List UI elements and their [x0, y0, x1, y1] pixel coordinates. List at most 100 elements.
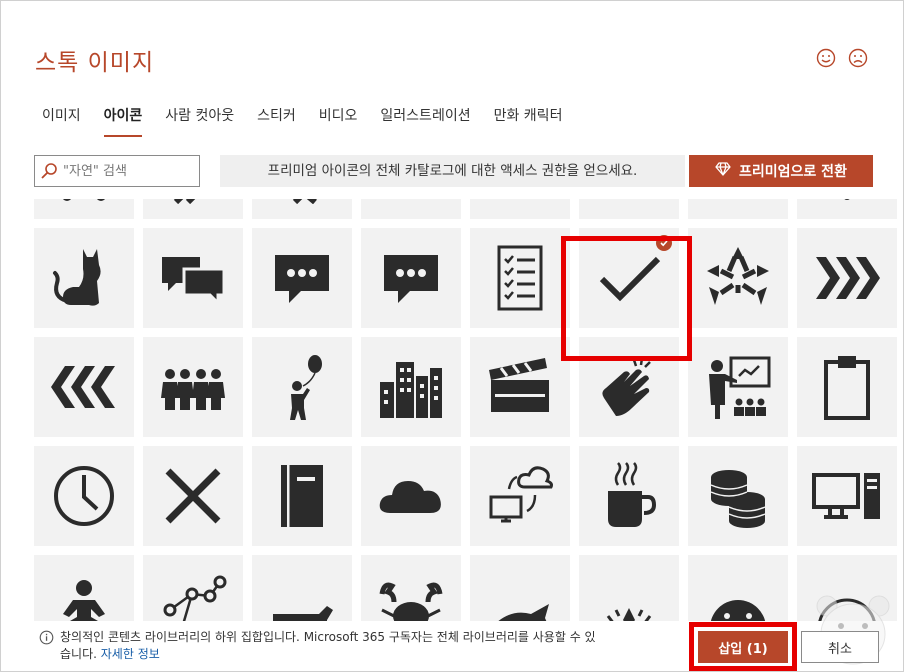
cow-icon: [273, 606, 333, 621]
face-icon: [710, 600, 766, 621]
search-input[interactable]: [63, 157, 193, 185]
icon-tile[interactable]: [143, 228, 243, 328]
search-icon: [35, 156, 63, 186]
icon-tile[interactable]: [252, 228, 352, 328]
icon-tile[interactable]: [579, 555, 679, 621]
learn-more-link[interactable]: 자세한 정보: [101, 647, 160, 661]
tab-illustrations[interactable]: 일러스트레이션: [370, 105, 480, 137]
frown-icon[interactable]: [847, 47, 869, 69]
icon-tile[interactable]: [143, 199, 243, 219]
chat-bubbles-icon: [162, 257, 226, 307]
chevrons-left-icon: [51, 366, 115, 408]
footer-info: 창의적인 콘텐츠 라이브러리의 하위 집합입니다. Microsoft 365 …: [39, 629, 599, 663]
partial-top-1: [63, 199, 105, 201]
icon-tile[interactable]: [361, 446, 461, 546]
icon-tile[interactable]: [34, 446, 134, 546]
icon-tile[interactable]: [579, 228, 679, 328]
icon-tile[interactable]: [34, 555, 134, 621]
meditation-icon: [63, 580, 105, 621]
icon-tile[interactable]: [797, 199, 897, 219]
hot-coffee-icon: [608, 462, 657, 527]
search-box[interactable]: [34, 155, 200, 187]
icon-tile[interactable]: [579, 446, 679, 546]
icon-tile[interactable]: [797, 228, 897, 328]
icon-tile[interactable]: [252, 446, 352, 546]
partial-top-2: [173, 199, 196, 204]
checklist-icon: [497, 245, 543, 311]
clapperboard-icon: [489, 358, 549, 412]
icon-tile[interactable]: [797, 337, 897, 437]
crown-icon: [606, 608, 652, 621]
coins-icon: [710, 470, 766, 528]
cancel-button[interactable]: 취소: [801, 631, 879, 663]
clapping-hands-icon: [602, 357, 651, 416]
icon-tile[interactable]: [361, 555, 461, 621]
icon-tile[interactable]: [797, 446, 897, 546]
icon-tile[interactable]: [252, 555, 352, 621]
person-with-balloon-icon: [290, 355, 322, 420]
icon-tile[interactable]: [143, 555, 243, 621]
cloud-icon: [379, 481, 441, 513]
clock-icon: [54, 466, 114, 526]
tab-cartoon-characters[interactable]: 만화 캐릭터: [484, 105, 573, 137]
switch-to-premium-button[interactable]: 프리미엄으로 전환: [689, 155, 873, 187]
stock-images-dialog: 스톡 이미지 이미지 아이콘 사람 컷아웃 스티커 비디오 일러스트레이션 만화…: [0, 0, 904, 672]
partial-top-7: [703, 199, 773, 204]
icon-tile[interactable]: [470, 337, 570, 437]
diamond-icon: [715, 162, 731, 180]
crab-icon: [379, 582, 443, 621]
tab-images[interactable]: 이미지: [32, 105, 91, 137]
info-icon: [39, 630, 54, 645]
icon-tile[interactable]: [688, 446, 788, 546]
icon-grid: [34, 199, 897, 621]
premium-message: 프리미엄 아이콘의 전체 카탈로그에 대한 액세스 권한을 얻으세요.: [220, 155, 685, 187]
icon-tile[interactable]: [579, 337, 679, 437]
icon-tile[interactable]: [143, 446, 243, 546]
icon-tile[interactable]: [688, 199, 788, 219]
premium-button-label: 프리미엄으로 전환: [739, 164, 847, 180]
footer-info-text-wrap: 창의적인 콘텐츠 라이브러리의 하위 집합입니다. Microsoft 365 …: [60, 629, 599, 663]
x-mark-icon: [165, 468, 221, 524]
category-tabs: 이미지 아이콘 사람 컷아웃 스티커 비디오 일러스트레이션 만화 캐릭터: [32, 105, 575, 137]
city-buildings-icon: [380, 362, 442, 418]
teacher-presentation-icon: [709, 356, 771, 419]
clipboard-icon: [824, 356, 870, 420]
tab-stickers[interactable]: 스티커: [247, 105, 306, 137]
icon-tile[interactable]: [252, 199, 352, 219]
icon-grid-viewport[interactable]: [1, 199, 904, 621]
speech-bubble-2-icon: [384, 255, 438, 303]
smile-icon[interactable]: [815, 47, 837, 69]
cloud-sync-icon: [489, 466, 553, 523]
chevrons-right-icon: [816, 257, 880, 299]
dialog-title: 스톡 이미지: [35, 50, 155, 76]
icon-tile[interactable]: [688, 555, 788, 621]
partial-top-4: [376, 199, 446, 204]
cat-icon: [53, 249, 101, 306]
icon-tile[interactable]: [470, 199, 570, 219]
partial-top-3: [292, 199, 317, 204]
insert-button[interactable]: 삽입 (1): [698, 631, 788, 663]
icon-tile[interactable]: [470, 555, 570, 621]
icon-tile[interactable]: [361, 199, 461, 219]
icon-tile[interactable]: [34, 337, 134, 437]
icon-tile[interactable]: [252, 337, 352, 437]
icon-tile[interactable]: [34, 228, 134, 328]
icon-tile[interactable]: [143, 337, 243, 437]
partial-top-8: [844, 199, 850, 200]
hands-circle-icon: [707, 247, 769, 305]
tab-cutout-people[interactable]: 사람 컷아웃: [155, 105, 244, 137]
icon-tile[interactable]: [688, 228, 788, 328]
icon-tile[interactable]: [688, 337, 788, 437]
tab-videos[interactable]: 비디오: [309, 105, 368, 137]
icon-tile[interactable]: [361, 337, 461, 437]
desktop-computer-icon: [812, 473, 880, 519]
icon-tile[interactable]: [470, 228, 570, 328]
partial-top-6: [594, 199, 664, 204]
network-icon: [163, 575, 227, 621]
icon-tile[interactable]: [34, 199, 134, 219]
icon-tile[interactable]: [470, 446, 570, 546]
icon-tile[interactable]: [361, 228, 461, 328]
fish-icon: [498, 604, 549, 621]
tab-icons[interactable]: 아이콘: [94, 105, 153, 137]
icon-tile[interactable]: [579, 199, 679, 219]
